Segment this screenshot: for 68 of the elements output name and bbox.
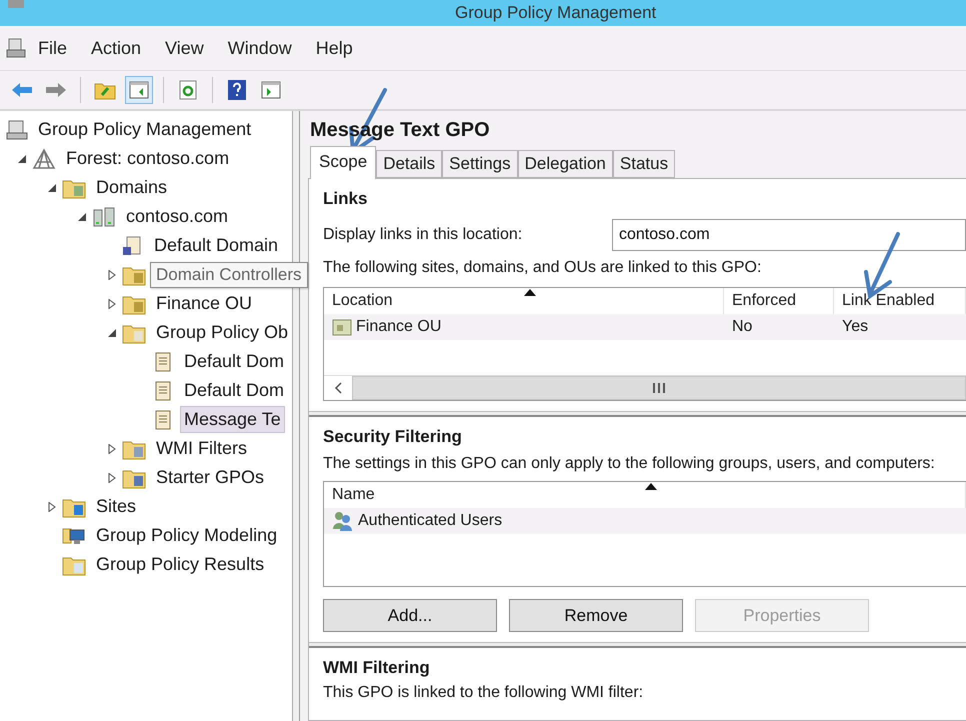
grip-icon: [652, 383, 666, 393]
refresh-icon[interactable]: [179, 80, 197, 100]
tree-item[interactable]: Default Dom: [180, 348, 288, 375]
sort-arrow-icon: [644, 483, 656, 490]
tree-item[interactable]: Default Domain: [150, 232, 282, 259]
section-heading: Links: [323, 189, 368, 209]
tab[interactable]: Scope: [310, 146, 376, 179]
tree-item[interactable]: Starter GPOs: [152, 464, 268, 491]
tab[interactable]: Delegation: [518, 150, 613, 178]
field-label: Display links in this location:: [323, 226, 522, 244]
tab[interactable]: Status: [612, 150, 676, 178]
sort-arrow-icon: [524, 289, 536, 296]
window-title: Group Policy Management: [455, 3, 656, 23]
collapsed-icon[interactable]: [107, 270, 117, 280]
collapsed-icon[interactable]: [107, 472, 117, 482]
table-cell: Authenticated Users: [358, 512, 502, 530]
menu-item[interactable]: Action: [79, 38, 154, 58]
tree-item[interactable]: Finance OU: [152, 290, 256, 317]
back-arrow-icon[interactable]: [11, 82, 33, 98]
table-cell: Yes: [842, 318, 868, 336]
location-field[interactable]: contoso.com: [612, 219, 966, 251]
section-heading: Security Filtering: [323, 427, 463, 447]
expanded-icon[interactable]: [77, 212, 87, 222]
help-icon[interactable]: [227, 79, 247, 101]
triangle-icon: [32, 148, 56, 170]
tree-item[interactable]: contoso.com: [122, 203, 232, 230]
collapsed-icon[interactable]: [47, 502, 57, 512]
tree-item[interactable]: Domains: [92, 174, 172, 201]
tree-item[interactable]: Group Policy Modeling: [92, 522, 282, 549]
menu-item[interactable]: File: [26, 38, 80, 58]
menu-item[interactable]: Help: [304, 38, 365, 58]
tooltip: Domain Controllers: [150, 262, 308, 288]
pane-icon[interactable]: [261, 81, 281, 99]
folder-icon: [332, 318, 352, 336]
collapsed-icon[interactable]: [107, 444, 117, 454]
console-icon: [6, 118, 28, 140]
expanded-icon[interactable]: [107, 328, 117, 338]
expanded-icon[interactable]: [47, 182, 57, 192]
action-button[interactable]: Add...: [323, 599, 497, 632]
table-cell: Finance OU: [356, 318, 442, 336]
expanded-icon[interactable]: [17, 154, 27, 164]
pane-icon[interactable]: [129, 81, 149, 99]
tree-item[interactable]: Message Te: [180, 406, 285, 433]
tab[interactable]: Details: [376, 150, 442, 178]
tree-item[interactable]: Sites: [92, 493, 140, 520]
collapsed-icon[interactable]: [107, 298, 117, 308]
tab[interactable]: Settings: [442, 150, 518, 178]
server-icon: [92, 206, 116, 228]
tree-item[interactable]: WMI Filters: [152, 435, 251, 462]
tree-item[interactable]: Group Policy Results: [92, 551, 268, 578]
horizontal-scrollbar[interactable]: [324, 375, 966, 400]
description-text: This GPO is linked to the following WMI filter:: [323, 684, 644, 702]
forward-arrow-icon[interactable]: [45, 82, 67, 98]
tree-item[interactable]: Default Dom: [180, 377, 288, 404]
tree-item[interactable]: Group Policy Ob: [152, 319, 292, 346]
menu-item[interactable]: View: [153, 38, 216, 58]
description-text: The following sites, domains, and OUs are linked to this GPO:: [323, 259, 762, 277]
tree-item[interactable]: Forest: contoso.com: [62, 145, 234, 172]
action-button[interactable]: Remove: [509, 599, 683, 632]
menu-item[interactable]: Window: [216, 38, 304, 58]
description-text: The settings in this GPO can only apply to the following groups, users, and computers:: [323, 455, 936, 473]
tree-item[interactable]: Group Policy Management: [34, 116, 256, 143]
scroll-left-icon[interactable]: [334, 382, 342, 394]
table-cell: No: [732, 318, 752, 336]
users-icon: [332, 511, 354, 531]
app-icon: [8, 0, 24, 10]
section-heading: WMI Filtering: [323, 658, 431, 678]
console-icon: [6, 37, 26, 59]
